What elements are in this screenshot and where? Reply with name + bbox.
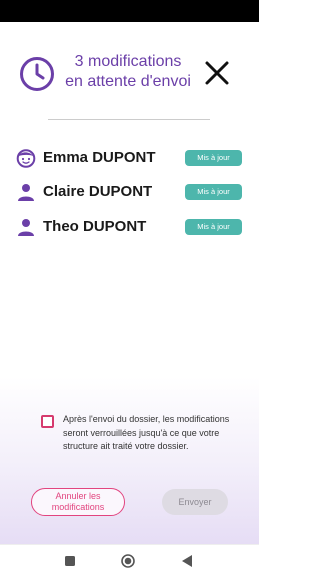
status-badge: Mis à jour bbox=[185, 150, 242, 166]
cancel-button-label: Annuler les modifications bbox=[51, 491, 105, 512]
cancel-modifications-button[interactable]: Annuler les modifications bbox=[31, 488, 125, 516]
person-name: Emma DUPONT bbox=[43, 149, 156, 166]
divider bbox=[48, 119, 210, 120]
person-row-emma: Emma DUPONT Mis à jour bbox=[16, 147, 246, 169]
confirmation-checkbox[interactable] bbox=[41, 415, 54, 428]
close-button[interactable] bbox=[202, 58, 232, 88]
person-name: Theo DUPONT bbox=[43, 218, 147, 235]
square-icon[interactable] bbox=[65, 556, 75, 566]
confirmation-text: Après l'envoi du dossier, les modificati… bbox=[63, 414, 230, 451]
modifications-screen bbox=[0, 22, 259, 544]
status-badge: Mis à jour bbox=[185, 184, 242, 200]
person-row-claire: Claire DUPONT Mis à jour bbox=[16, 181, 246, 203]
title-line-2: en attente d'envoi bbox=[65, 73, 191, 90]
title-line-1: 3 modifications bbox=[74, 53, 182, 70]
triangle-back-icon[interactable] bbox=[181, 554, 193, 568]
child-face-icon bbox=[16, 148, 36, 168]
close-icon bbox=[205, 61, 229, 85]
person-row-theo: Theo DUPONT Mis à jour bbox=[16, 216, 246, 238]
person-name: Claire DUPONT bbox=[43, 183, 153, 200]
person-icon bbox=[16, 182, 36, 202]
page-title: 3 modifications en attente d'envoi bbox=[58, 52, 198, 92]
circle-home-icon[interactable] bbox=[121, 554, 135, 568]
status-bar bbox=[0, 0, 259, 22]
clock-icon bbox=[19, 56, 55, 92]
navigation-bar bbox=[0, 544, 259, 576]
send-button[interactable]: Envoyer bbox=[162, 489, 228, 515]
person-icon bbox=[16, 217, 36, 237]
status-badge: Mis à jour bbox=[185, 219, 242, 235]
